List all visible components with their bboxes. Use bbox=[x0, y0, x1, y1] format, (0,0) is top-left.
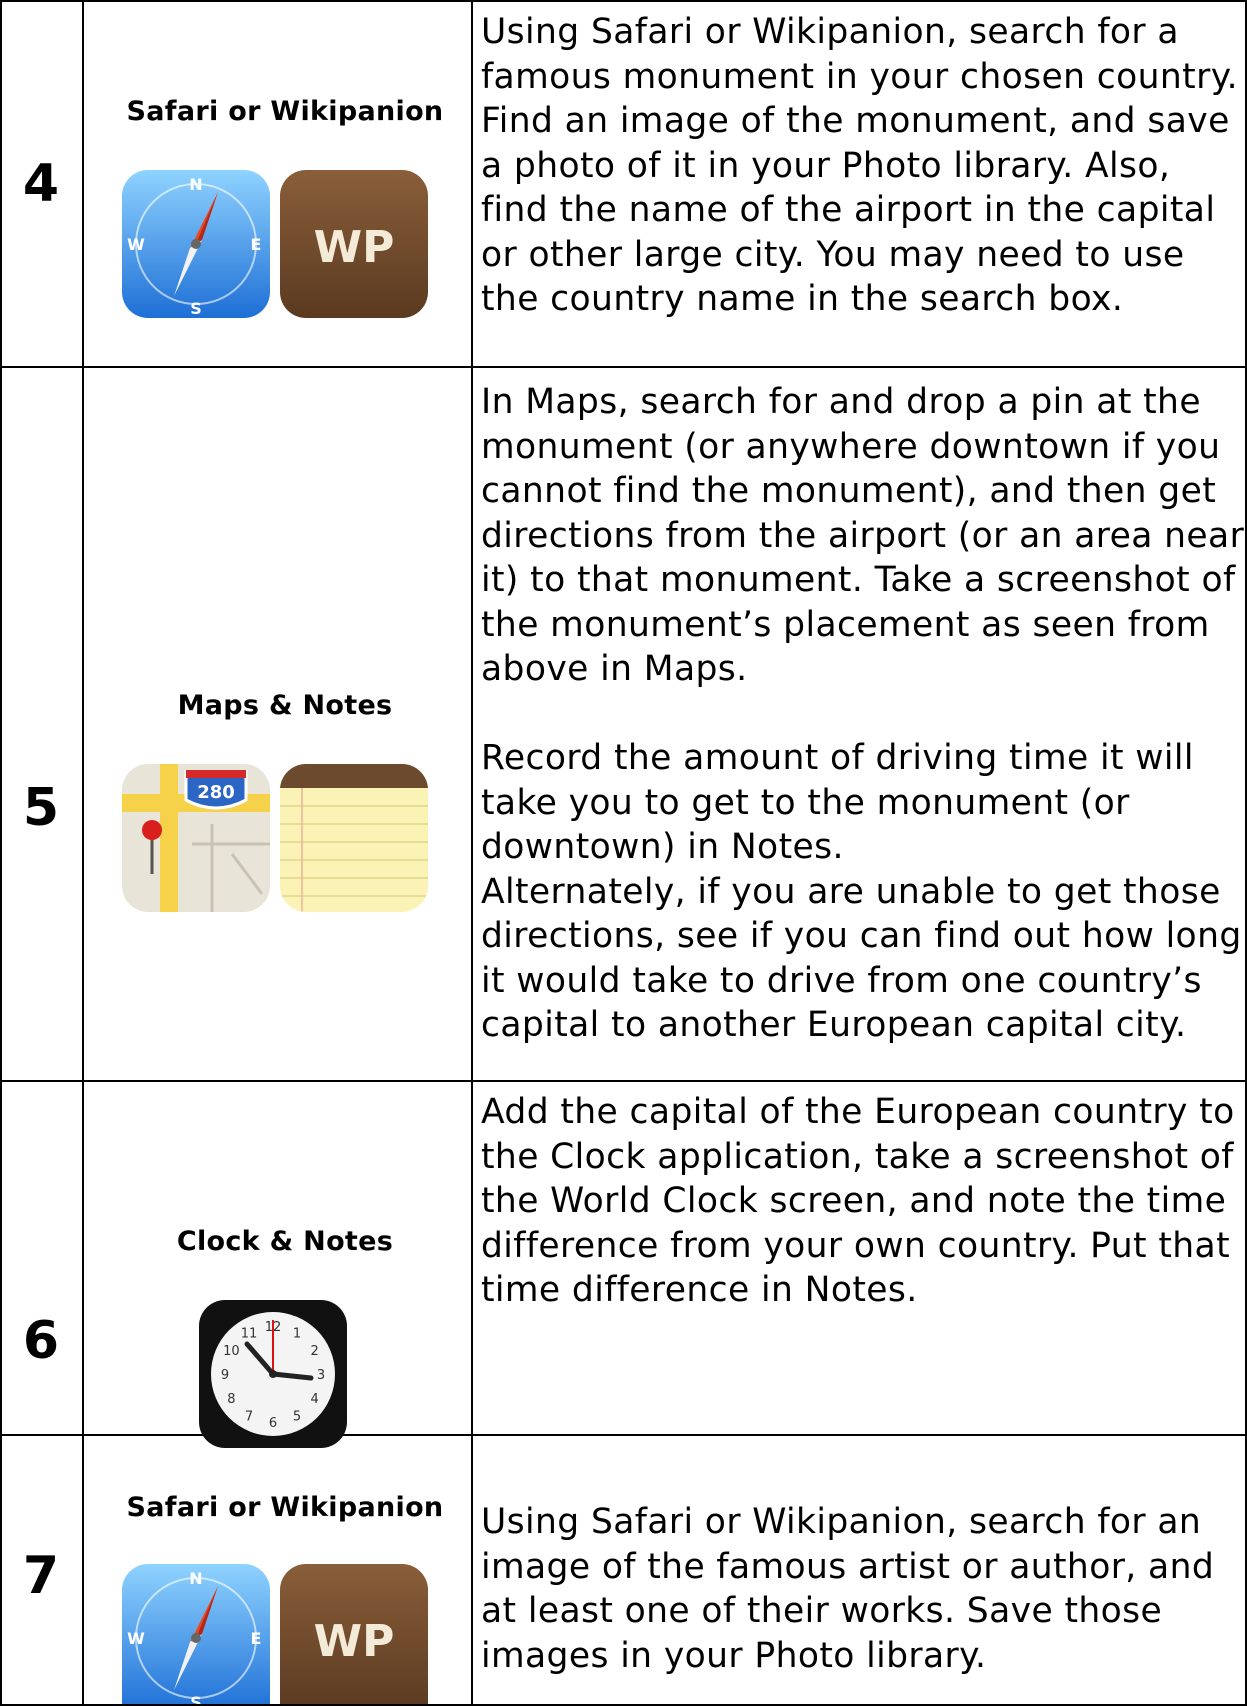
table-border-top bbox=[0, 0, 1247, 2]
step-description: Using Safari or Wikipanion, search for a… bbox=[481, 12, 1238, 319]
step-description: In Maps, search for and drop a pin at th… bbox=[481, 382, 1245, 1045]
step-number: 6 bbox=[22, 1311, 60, 1371]
step-number: 7 bbox=[22, 1546, 60, 1606]
svg-text:W: W bbox=[127, 235, 145, 254]
clock-numeral: 11 bbox=[241, 1326, 258, 1341]
app-name: Clock & Notes bbox=[176, 1226, 394, 1257]
step-number: 4 bbox=[22, 154, 60, 214]
svg-text:WP: WP bbox=[314, 1616, 395, 1667]
step-number: 5 bbox=[22, 778, 60, 838]
clock-numeral: 4 bbox=[310, 1392, 318, 1407]
step-description: Using Safari or Wikipanion, search for a… bbox=[481, 1502, 1215, 1676]
clock-icon: 121234567891011 bbox=[199, 1300, 347, 1448]
clock-numeral: 7 bbox=[245, 1410, 253, 1425]
clock-numeral: 9 bbox=[221, 1368, 229, 1383]
svg-text:280: 280 bbox=[197, 782, 235, 803]
svg-text:WP: WP bbox=[314, 222, 395, 273]
row-divider bbox=[0, 366, 1247, 368]
row-divider bbox=[0, 1080, 1247, 1082]
svg-text:W: W bbox=[127, 1629, 145, 1648]
table-border-left bbox=[0, 0, 2, 1706]
svg-text:E: E bbox=[251, 1629, 262, 1648]
svg-text:N: N bbox=[189, 1569, 202, 1588]
svg-text:N: N bbox=[189, 175, 202, 194]
svg-text:S: S bbox=[190, 1693, 202, 1704]
clock-numeral: 10 bbox=[223, 1344, 240, 1359]
column-divider bbox=[471, 0, 473, 1706]
clock-numeral: 1 bbox=[293, 1326, 301, 1341]
clock-numeral: 6 bbox=[269, 1416, 277, 1431]
column-divider bbox=[82, 0, 84, 1706]
safari-icon: N E S W bbox=[122, 170, 270, 318]
row-divider bbox=[0, 1434, 1247, 1436]
wikipanion-icon: WP bbox=[280, 170, 428, 318]
maps-icon: 280 bbox=[122, 764, 270, 912]
clock-numeral: 3 bbox=[317, 1368, 325, 1383]
svg-text:E: E bbox=[251, 235, 262, 254]
svg-text:S: S bbox=[190, 299, 202, 318]
step-description: Add the capital of the European country … bbox=[481, 1092, 1235, 1310]
safari-icon: N E S W bbox=[122, 1564, 270, 1704]
wikipanion-icon: WP bbox=[280, 1564, 428, 1704]
app-name: Safari or Wikipanion bbox=[126, 96, 444, 127]
clock-numeral: 8 bbox=[227, 1392, 235, 1407]
notes-icon bbox=[280, 764, 428, 912]
app-name: Safari or Wikipanion bbox=[126, 1492, 444, 1523]
clock-numeral: 2 bbox=[310, 1344, 318, 1359]
clock-numeral: 5 bbox=[293, 1410, 301, 1425]
app-name: Maps & Notes bbox=[177, 690, 393, 721]
